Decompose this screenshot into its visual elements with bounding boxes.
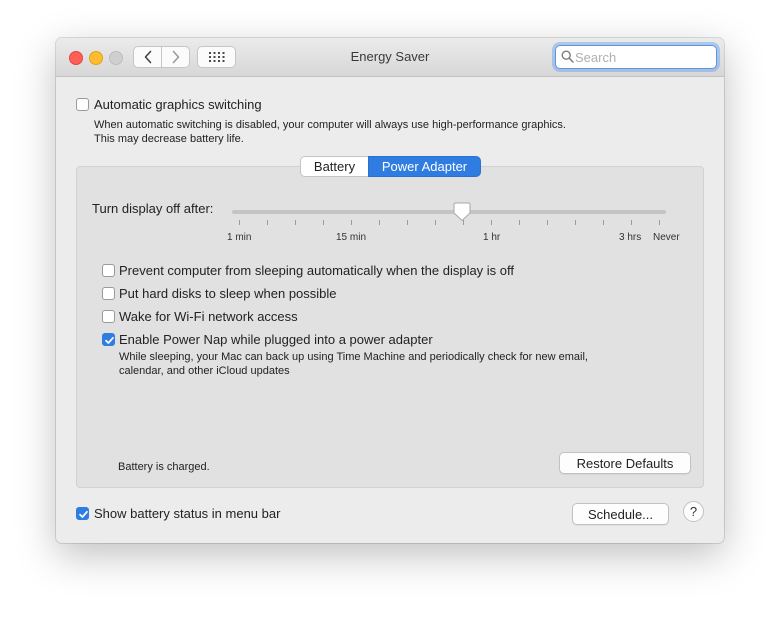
- search-input[interactable]: [575, 48, 710, 66]
- show-battery-status-label: Show battery status in menu bar: [94, 506, 281, 521]
- prevent-sleep-label: Prevent computer from sleeping automatic…: [119, 263, 515, 278]
- slider-tick: [295, 220, 296, 225]
- slider-tick: [407, 220, 408, 225]
- power-nap-label: Enable Power Nap while plugged into a po…: [119, 332, 433, 347]
- slider-label-1-min: 1 min: [227, 232, 252, 243]
- slider-tick: [519, 220, 520, 225]
- checkmark-icon: [79, 510, 88, 518]
- slider-tick: [323, 220, 324, 225]
- slider-label-never: Never: [653, 232, 680, 243]
- auto-graphics-description-1: When automatic switching is disabled, yo…: [94, 119, 566, 131]
- slider-tick: [575, 220, 576, 225]
- power-nap-description-1: While sleeping, your Mac can back up usi…: [119, 351, 588, 363]
- help-button[interactable]: ?: [683, 501, 704, 522]
- slider-label-15-min: 15 min: [336, 232, 367, 243]
- auto-graphics-label: Automatic graphics switching: [94, 97, 262, 112]
- wake-wifi-checkbox[interactable]: [102, 310, 115, 323]
- slider-tick: [239, 220, 240, 225]
- battery-status-text: Battery is charged.: [118, 461, 210, 473]
- restore-defaults-button[interactable]: Restore Defaults: [559, 452, 691, 474]
- power-nap-description-2: calendar, and other iCloud updates: [119, 365, 290, 377]
- slider-tick: [603, 220, 604, 225]
- tab-battery[interactable]: Battery: [300, 156, 368, 177]
- power-nap-checkbox[interactable]: [102, 333, 115, 346]
- schedule-button[interactable]: Schedule...: [572, 503, 669, 525]
- title-bar: Energy Saver: [56, 38, 724, 77]
- display-off-slider[interactable]: [232, 210, 666, 214]
- energy-saver-window: Energy Saver Automatic graphics switchin…: [56, 38, 724, 543]
- auto-graphics-description-2: This may decrease battery life.: [94, 133, 244, 145]
- checkmark-icon: [105, 336, 114, 344]
- disk-sleep-checkbox[interactable]: [102, 287, 115, 300]
- slider-tick: [379, 220, 380, 225]
- slider-label-1-hr: 1 hr: [483, 232, 501, 243]
- tab-power-adapter[interactable]: Power Adapter: [368, 156, 481, 177]
- wake-wifi-label: Wake for Wi-Fi network access: [119, 309, 298, 324]
- slider-thumb[interactable]: [453, 202, 471, 222]
- display-off-label: Turn display off after:: [92, 201, 214, 216]
- slider-tick: [267, 220, 268, 225]
- search-field[interactable]: [555, 45, 717, 69]
- prevent-sleep-checkbox[interactable]: [102, 264, 115, 277]
- auto-graphics-checkbox[interactable]: [76, 98, 89, 111]
- slider-tick: [491, 220, 492, 225]
- slider-tick: [435, 220, 436, 225]
- slider-tick: [631, 220, 632, 225]
- slider-tick: [547, 220, 548, 225]
- slider-tick: [351, 220, 352, 225]
- disk-sleep-label: Put hard disks to sleep when possible: [119, 286, 337, 301]
- show-battery-status-checkbox[interactable]: [76, 507, 89, 520]
- search-icon: [561, 50, 574, 63]
- slider-tick: [659, 220, 660, 225]
- slider-label-3-hrs: 3 hrs: [619, 232, 642, 243]
